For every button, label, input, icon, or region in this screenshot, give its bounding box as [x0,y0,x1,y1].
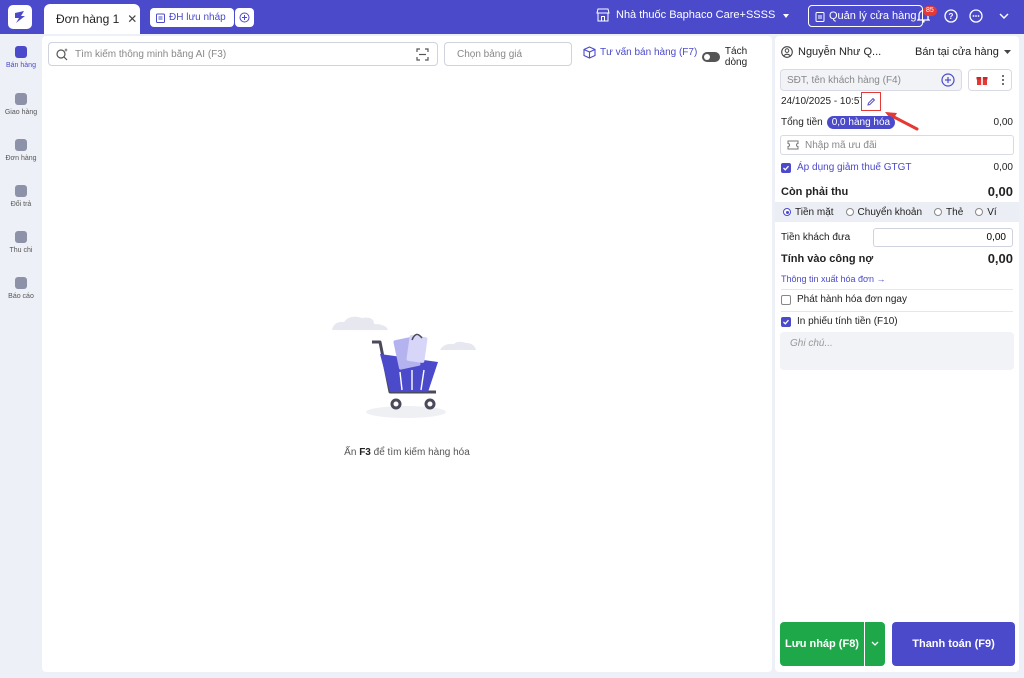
chevron-down-icon [871,641,879,646]
issue-invoice-row[interactable]: Phát hành hóa đơn ngay [781,294,1013,305]
note-field[interactable]: Ghi chú... [780,332,1014,370]
vat-discount-row[interactable]: Áp dụng giảm thuế GTGT 0,00 [781,162,1013,173]
draft-orders-label: ĐH lưu nháp [169,12,226,23]
promo-code-field[interactable] [780,135,1014,155]
print-receipt-checkbox[interactable] [781,316,791,327]
caret-down-icon[interactable] [781,11,791,21]
svg-text:?: ? [949,12,954,21]
sale-mode-select[interactable]: Bán tại cửa hàng [915,46,999,58]
sidebar-item-returns[interactable]: Đổi trả [0,185,42,208]
sales-consult-button[interactable]: Tư vấn bán hàng (F7) [583,46,697,59]
ai-search-icon [56,48,68,61]
gift-icon[interactable] [976,74,988,86]
cart-icon [15,46,27,58]
payment-transfer[interactable]: Chuyển khoản [845,207,922,218]
order-panel: Nguyễn Như Q... Bán tại cửa hàng 24/10/2… [775,36,1019,672]
cash-row: Tiền khách đưa [781,228,1013,247]
invoice-info-link[interactable]: Thông tin xuất hóa đơn → [781,274,885,284]
scan-icon[interactable] [416,47,429,61]
chevron-down-icon[interactable] [998,11,1010,21]
order-datetime: 24/10/2025 - 10:57 [781,96,865,107]
draft-orders-button[interactable]: ĐH lưu nháp [150,8,234,27]
total-value: 0,00 [993,117,1013,128]
more-vertical-icon[interactable] [1001,74,1005,86]
empty-state-text: Ấn F3 để tìm kiếm hàng hóa [344,447,470,458]
divider [781,311,1013,312]
sidebar-item-reports[interactable]: Báo cáo [0,277,42,300]
manage-store-button[interactable]: Quản lý cửa hàng [808,5,924,27]
remaining-value: 0,00 [987,184,1013,199]
store-icon [596,8,610,22]
help-icon[interactable]: ? [944,9,958,23]
caret-down-icon[interactable] [1003,49,1012,56]
document-icon [15,139,27,151]
cash-input[interactable] [873,228,1013,247]
product-panel: Tư vấn bán hàng (F7) Tách dòng Ấn F3 để … [42,36,772,672]
item-count-badge: 0,0 hàng hóa [826,116,896,129]
promo-code-input[interactable] [805,139,1007,151]
edit-datetime-button[interactable] [861,92,881,111]
customer-search[interactable] [780,69,962,91]
debt-value: 0,00 [987,251,1013,266]
wallet-icon [15,231,27,243]
sidebar-item-cashflow[interactable]: Thu chi [0,231,42,254]
remaining-row: Còn phải thu 0,00 [781,184,1013,199]
search-input[interactable] [75,48,410,60]
manage-store-label: Quản lý cửa hàng [829,10,917,22]
price-list-input[interactable] [457,48,589,60]
total-row: Tổng tiền 0,0 hàng hóa 0,00 [781,116,1013,129]
pay-button[interactable]: Thanh toán (F9) [892,622,1015,666]
payment-methods: Tiền mặt Chuyển khoản Thẻ Ví [775,202,1019,222]
toggle-switch[interactable] [702,52,720,62]
sidebar: Bán hàng Giao hàng Đơn hàng Đổi trả Thu … [0,34,42,678]
close-icon[interactable]: ✕ [127,12,137,26]
vat-value: 0,00 [993,162,1013,173]
customer-selector[interactable]: Nguyễn Như Q... [781,46,881,58]
notification-badge: 85 [923,6,937,16]
print-receipt-row[interactable]: In phiếu tính tiền (F10) [781,316,1013,327]
app-logo[interactable] [8,5,32,29]
debt-row: Tính vào công nợ 0,00 [781,251,1013,266]
clipboard-icon [815,11,825,22]
plus-circle-icon [239,12,250,23]
vat-checkbox[interactable] [781,162,791,173]
store-name: Nhà thuốc Baphaco Care+SSSS [616,9,776,21]
gift-more-group [968,69,1012,91]
search-box[interactable] [48,42,438,66]
save-draft-options-button[interactable] [865,622,885,666]
truck-icon [15,93,27,105]
payment-card[interactable]: Thẻ [934,207,963,218]
price-list-select[interactable] [444,42,589,66]
issue-invoice-checkbox[interactable] [781,294,791,305]
ticket-icon [787,140,799,150]
return-icon [15,185,27,197]
add-tab-button[interactable] [235,8,254,27]
clipboard-icon [156,13,165,23]
tab-order-1[interactable]: Đơn hàng 1 ✕ [44,4,140,34]
sidebar-item-orders[interactable]: Đơn hàng [0,139,42,162]
split-lines-toggle[interactable]: Tách dòng [702,46,772,68]
user-icon [781,46,793,58]
report-icon [15,277,27,289]
top-bar: Đơn hàng 1 ✕ ĐH lưu nháp Nhà thuốc Bapha… [0,0,1024,34]
store-selector[interactable]: Nhà thuốc Baphaco Care+SSSS [596,8,775,22]
tab-label: Đơn hàng 1 [56,12,120,26]
plus-circle-icon[interactable] [941,73,955,87]
sidebar-item-sales[interactable]: Bán hàng [0,46,42,69]
box-icon [583,46,596,59]
customer-search-input[interactable] [787,74,941,86]
payment-cash[interactable]: Tiền mặt [783,207,834,218]
empty-cart-illustration [332,316,476,418]
save-draft-button[interactable]: Lưu nháp (F8) [780,622,864,666]
divider [781,289,1013,290]
sidebar-item-delivery[interactable]: Giao hàng [0,93,42,116]
pencil-icon [867,97,876,106]
payment-wallet[interactable]: Ví [975,207,997,218]
more-horizontal-icon[interactable] [969,9,983,23]
